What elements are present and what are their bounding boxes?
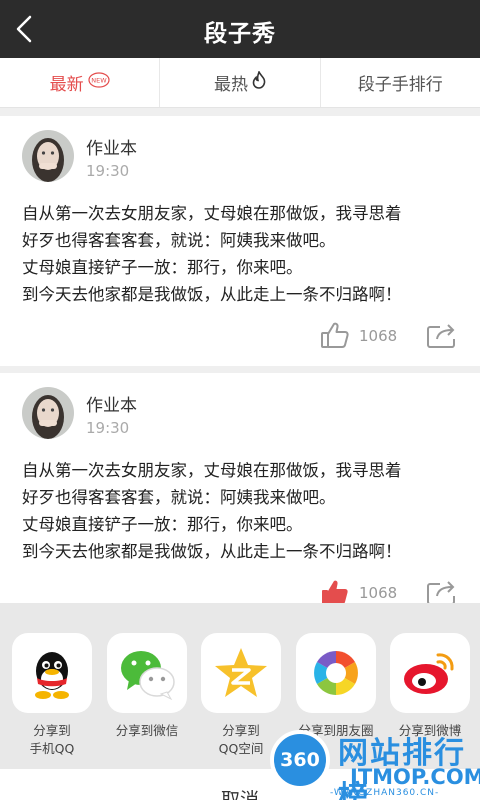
post-line: 丈母娘直接铲子一放：那行，你来吧。 <box>22 258 303 277</box>
avatar[interactable] <box>22 130 74 182</box>
tab-ranking[interactable]: 段子手排行 <box>321 58 480 107</box>
watermark-logo: 360 网站排行榜 ITMOP.COM -WANGZHAN360.CN- <box>268 724 480 800</box>
share-icon <box>427 324 455 348</box>
post-line: 到今天去他家都是我做饭，从此走上一条不归路啊！ <box>22 285 402 304</box>
thumbs-up-icon <box>321 322 349 348</box>
avatar[interactable] <box>22 387 74 439</box>
post-line: 自从第一次去女朋友家，丈母娘在那做饭，我寻思着 <box>22 204 402 223</box>
qq-icon <box>12 633 92 713</box>
new-badge-icon: NEW <box>88 72 110 93</box>
page-title: 段子秀 <box>204 21 276 47</box>
share-label-line: 分享到微信 <box>115 723 179 738</box>
watermark-url: -WANGZHAN360.CN- <box>330 788 440 798</box>
post-time: 19:30 <box>86 162 130 180</box>
tab-label: 段子手排行 <box>357 75 443 95</box>
post-content: 自从第一次去女朋友家，丈母娘在那做饭，我寻思着 好歹也得客套客套，就说：阿姨我来… <box>22 200 472 308</box>
like-count: 1068 <box>359 327 398 345</box>
post-line: 到今天去他家都是我做饭，从此走上一条不归路啊！ <box>22 542 402 561</box>
tab-hottest[interactable]: 最热 <box>160 58 321 107</box>
wechat-icon <box>107 633 187 713</box>
top-bar: 段子秀 <box>0 0 480 58</box>
post-line: 自从第一次去女朋友家，丈母娘在那做饭，我寻思着 <box>22 461 402 480</box>
tab-latest[interactable]: 最新 NEW <box>0 58 161 107</box>
share-icon <box>427 581 455 605</box>
share-label-line: 分享到 <box>33 723 71 738</box>
post-author[interactable]: 作业本 <box>86 134 137 159</box>
weibo-icon <box>390 633 470 713</box>
tab-bar: 最新 NEW 最热 段子手排行 <box>0 58 480 108</box>
qzone-icon <box>201 633 281 713</box>
post-time: 19:30 <box>86 419 130 437</box>
post-author[interactable]: 作业本 <box>86 391 137 416</box>
post-line: 丈母娘直接铲子一放：那行，你来吧。 <box>22 515 303 534</box>
share-button[interactable] <box>426 321 458 349</box>
share-label: 分享到微信 <box>99 722 195 740</box>
share-label: 分享到 手机QQ <box>4 722 100 758</box>
moments-icon <box>296 633 376 713</box>
app-screen: 段子秀 最新 NEW 最热 段子手排行 作业本 19:30 自从第一次去女朋友家… <box>0 0 480 800</box>
share-label-line: 手机QQ <box>29 741 75 756</box>
post-line: 好歹也得客套客套，就说：阿姨我来做吧。 <box>22 488 336 507</box>
flame-icon <box>252 70 266 94</box>
post-line: 好歹也得客套客套，就说：阿姨我来做吧。 <box>22 231 336 250</box>
new-badge-text: NEW <box>91 77 107 85</box>
post-card: 作业本 19:30 自从第一次去女朋友家，丈母娘在那做饭，我寻思着 好歹也得客套… <box>0 116 480 366</box>
share-button[interactable] <box>426 578 458 606</box>
like-button[interactable] <box>320 320 350 350</box>
tab-label: 最新 <box>49 75 84 95</box>
share-to-wechat[interactable]: 分享到微信 <box>99 633 195 740</box>
watermark-sub: ITMOP.COM <box>350 765 480 789</box>
share-to-qq[interactable]: 分享到 手机QQ <box>4 633 100 758</box>
like-count: 1068 <box>359 584 398 602</box>
watermark-badge: 360 <box>270 730 330 790</box>
post-card: 作业本 19:30 自从第一次去女朋友家，丈母娘在那做饭，我寻思着 好歹也得客套… <box>0 373 480 623</box>
post-content: 自从第一次去女朋友家，丈母娘在那做饭，我寻思着 好歹也得客套客套，就说：阿姨我来… <box>22 457 472 565</box>
tab-label: 最热 <box>213 75 248 95</box>
